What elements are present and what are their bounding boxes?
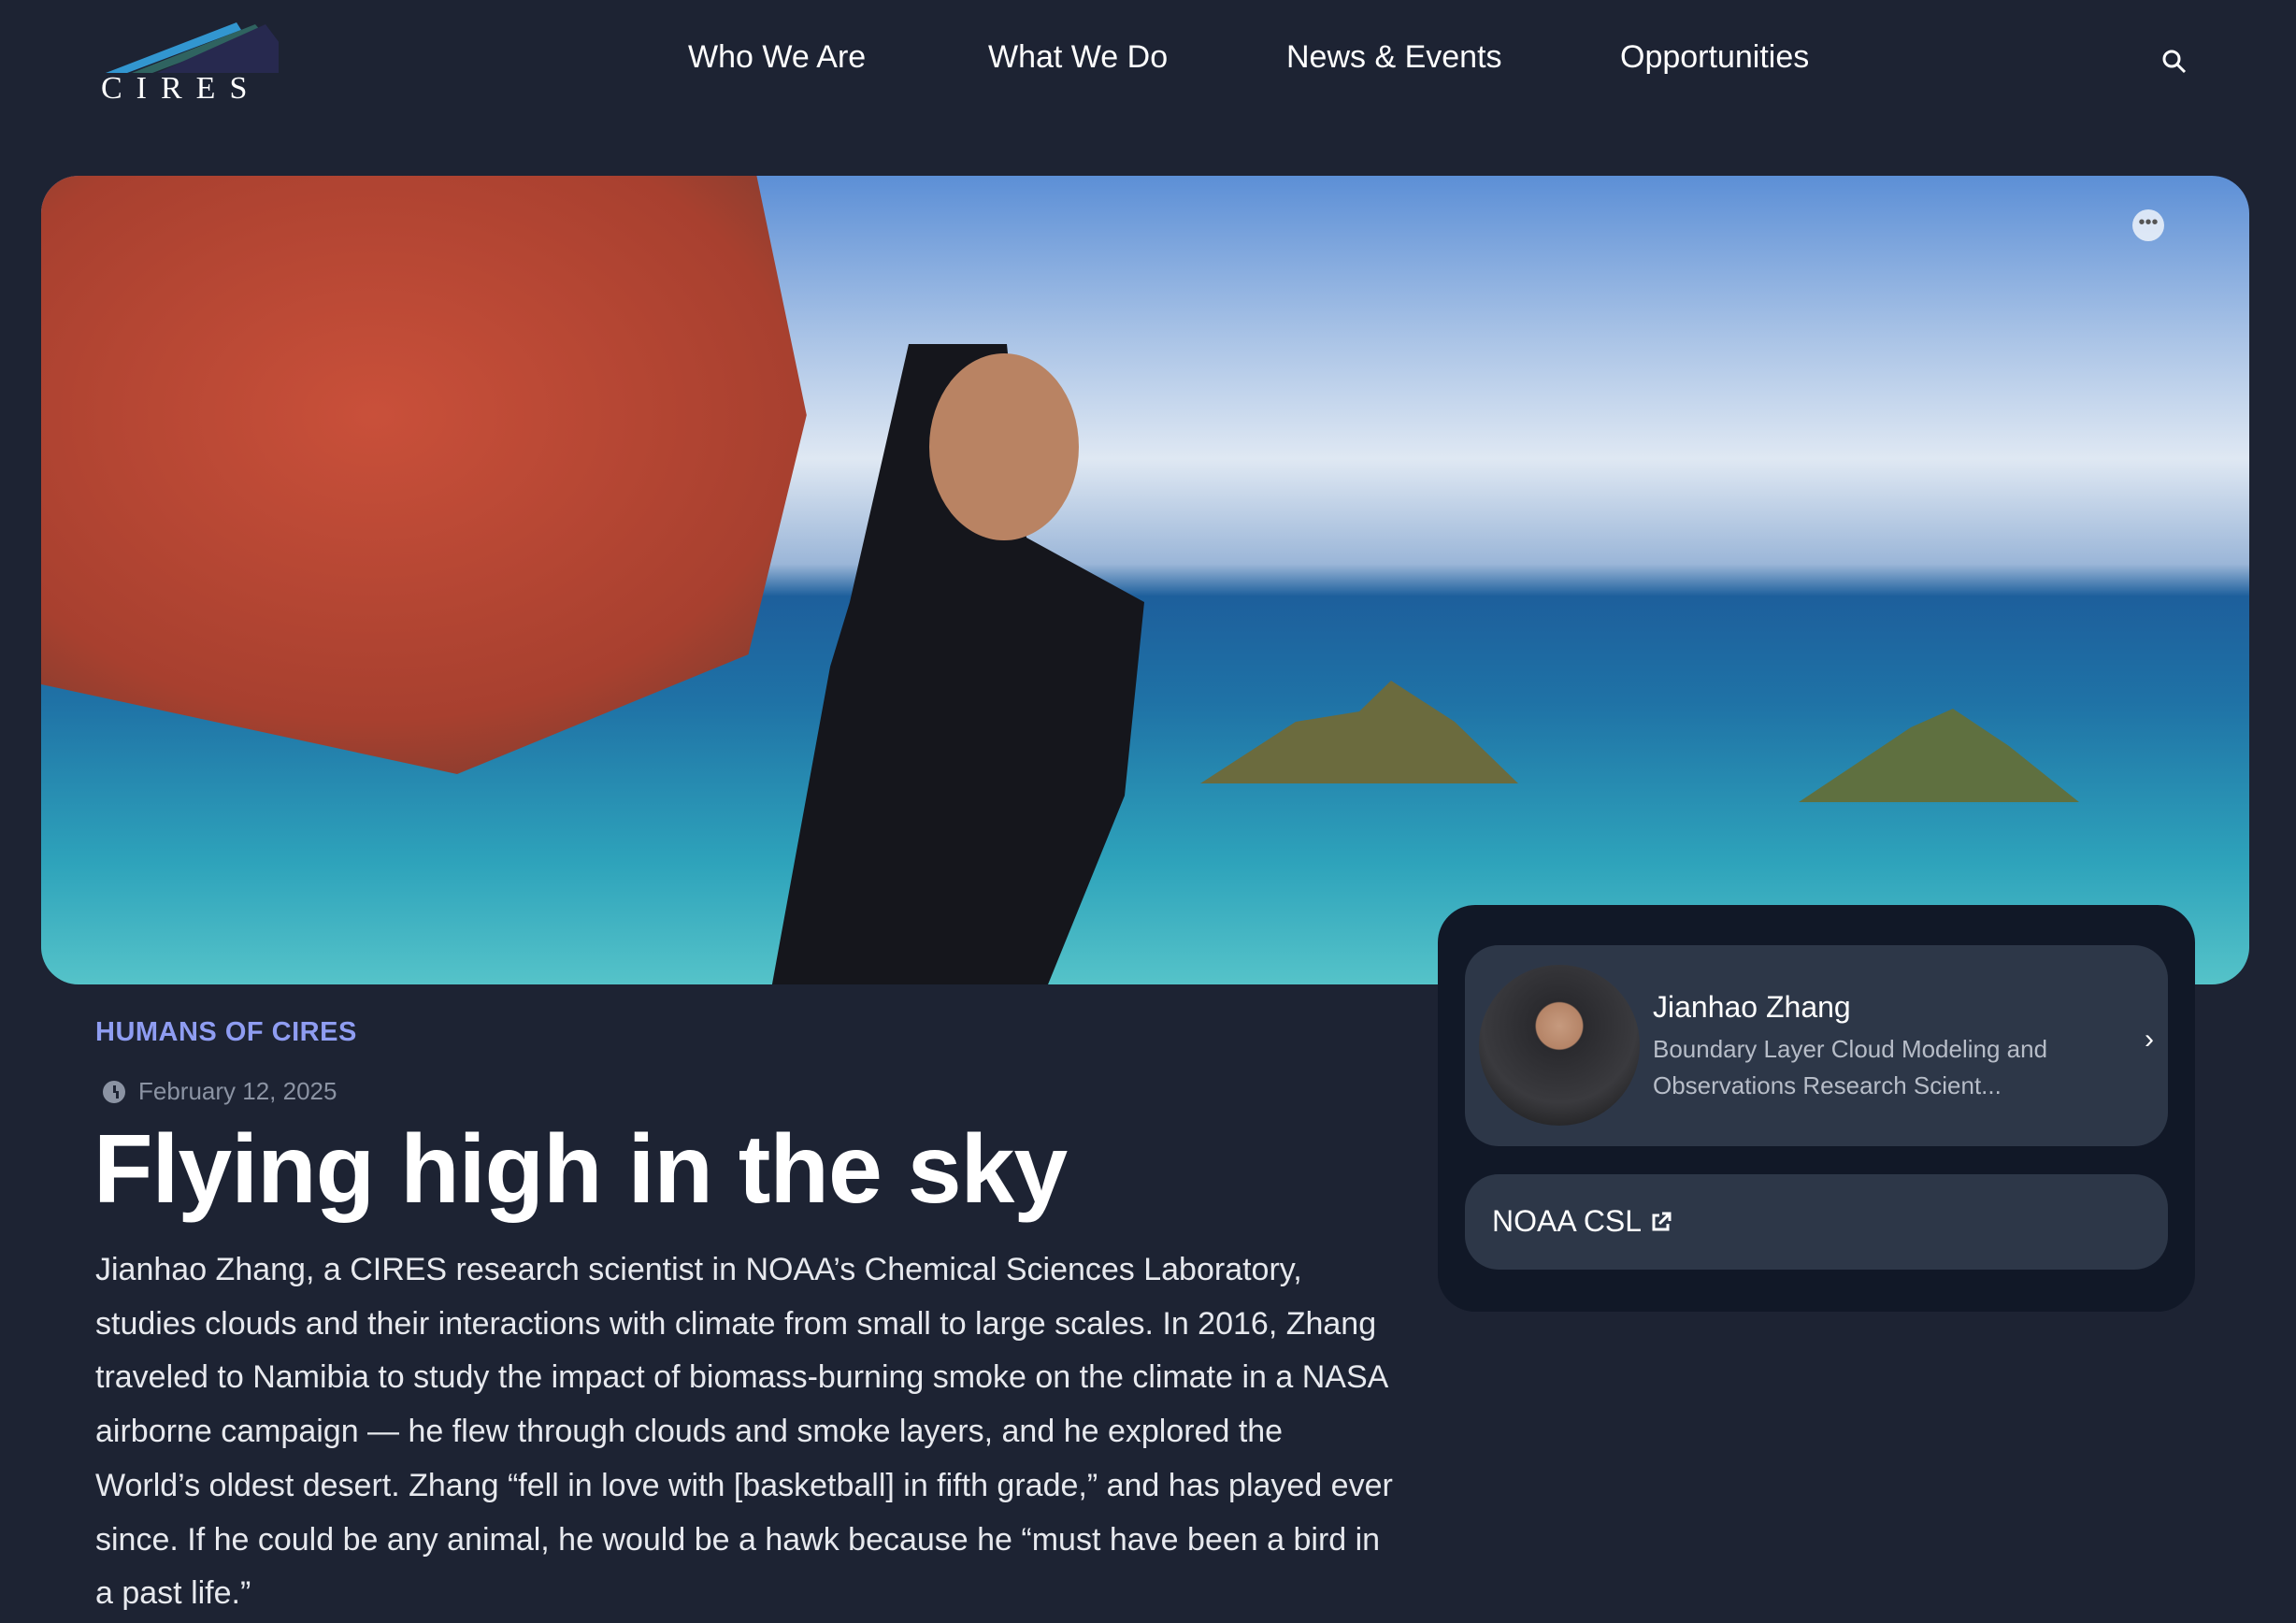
person-role: Boundary Layer Cloud Modeling and Observ… — [1653, 1035, 2048, 1099]
cires-logo[interactable]: CIRES — [101, 19, 279, 108]
clock-icon — [103, 1080, 125, 1103]
hero-island — [1799, 709, 2079, 802]
hero-island — [1200, 681, 1518, 783]
hero-face — [929, 353, 1079, 540]
nav-what-we-do[interactable]: What We Do — [988, 39, 1168, 76]
article-date: February 12, 2025 — [103, 1077, 337, 1106]
noaa-csl-link[interactable]: NOAA CSL — [1465, 1174, 2168, 1270]
hero-image: ••• — [41, 176, 2249, 984]
search-icon[interactable] — [2161, 49, 2188, 75]
article-category[interactable]: HUMANS OF CIRES — [95, 1017, 357, 1048]
person-name: Jianhao Zhang — [1653, 990, 1851, 1024]
external-link-icon — [1652, 1212, 1672, 1230]
link-label: NOAA CSL — [1492, 1204, 1643, 1238]
logo-mark — [106, 22, 279, 73]
more-horizontal-icon[interactable]: ••• — [2132, 209, 2164, 241]
logo-text: CIRES — [101, 71, 262, 106]
related-panel: Jianhao Zhang Boundary Layer Cloud Model… — [1438, 905, 2195, 1312]
person-card[interactable]: Jianhao Zhang Boundary Layer Cloud Model… — [1465, 945, 2168, 1146]
avatar — [1479, 965, 1640, 1126]
nav-news-events[interactable]: News & Events — [1286, 39, 1502, 76]
nav-who-we-are[interactable]: Who We Are — [688, 39, 866, 76]
chevron-right-icon: › — [2145, 1024, 2154, 1055]
page-title: Flying high in the sky — [93, 1115, 1068, 1224]
hero-rock — [41, 176, 807, 774]
date-text: February 12, 2025 — [138, 1077, 337, 1105]
article-body: Jianhao Zhang, a CIRES research scientis… — [95, 1252, 1393, 1612]
nav-opportunities[interactable]: Opportunities — [1620, 39, 1809, 76]
